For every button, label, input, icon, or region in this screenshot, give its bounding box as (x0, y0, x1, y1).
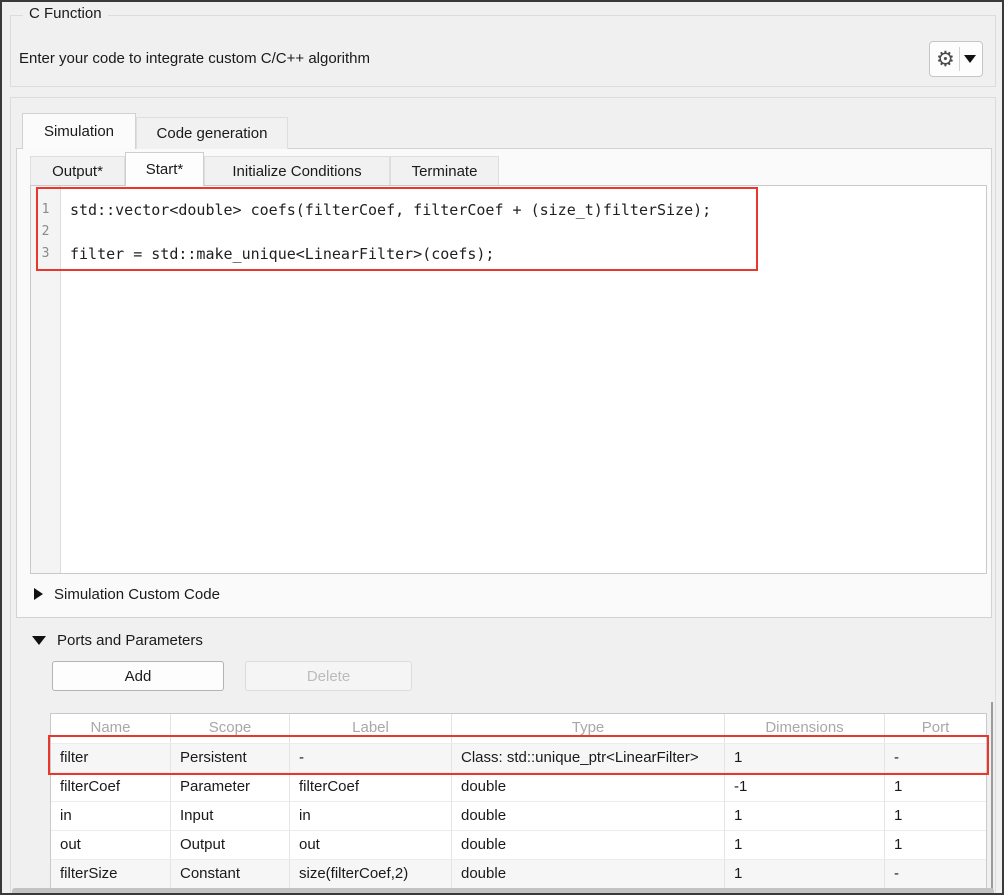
table-cell: Persistent (171, 744, 290, 772)
section-label: Simulation Custom Code (54, 586, 220, 603)
code-editor: 123 std::vector<double> coefs(filterCoef… (30, 185, 987, 574)
table-cell: double (452, 802, 725, 830)
table-cell: 1 (725, 744, 885, 772)
table-cell: - (290, 744, 452, 772)
horizontal-scrollbar[interactable] (12, 888, 994, 895)
code-line (70, 221, 986, 243)
table-cell: size(filterCoef,2) (290, 860, 452, 888)
table-cell: Constant (171, 860, 290, 888)
table-cell: filterCoef (51, 773, 171, 801)
table-cell: 1 (725, 831, 885, 859)
table-cell: in (51, 802, 171, 830)
line-number: 1 (31, 199, 60, 221)
line-number: 3 (31, 243, 60, 265)
table-header-cell: Name (51, 714, 171, 743)
add-button[interactable]: Add (52, 661, 224, 691)
section-label: Ports and Parameters (57, 632, 203, 649)
button-divider (959, 47, 960, 71)
tab-code-generation[interactable]: Code generation (136, 117, 288, 149)
triangle-right-icon (34, 588, 43, 600)
subtab-output-[interactable]: Output* (30, 156, 125, 185)
table-cell: double (452, 831, 725, 859)
table-header-cell: Label (290, 714, 452, 743)
code-line: filter = std::make_unique<LinearFilter>(… (70, 243, 986, 265)
settings-button[interactable]: ⚙ (929, 41, 983, 77)
table-row[interactable]: inInputindouble11 (51, 801, 986, 830)
table-cell: 1 (725, 860, 885, 888)
table-cell: in (290, 802, 452, 830)
code-text-area[interactable]: std::vector<double> coefs(filterCoef, fi… (61, 186, 986, 573)
table-cell: Input (171, 802, 290, 830)
ports-and-parameters-toggle[interactable]: Ports and Parameters (32, 629, 203, 651)
table-header-row: NameScopeLabelTypeDimensionsPort (51, 714, 986, 743)
code-line: std::vector<double> coefs(filterCoef, fi… (70, 199, 986, 221)
table-cell: filterSize (51, 860, 171, 888)
subtab-start-[interactable]: Start* (125, 152, 204, 186)
table-header-cell: Type (452, 714, 725, 743)
dialog-description: Enter your code to integrate custom C/C+… (19, 50, 370, 67)
line-number: 2 (31, 221, 60, 243)
simulation-custom-code-toggle[interactable]: Simulation Custom Code (34, 583, 220, 605)
line-number-gutter: 123 (31, 186, 61, 573)
table-row[interactable]: outOutputoutdouble11 (51, 830, 986, 859)
table-row[interactable]: filterPersistent-Class: std::unique_ptr<… (51, 743, 986, 772)
table-cell: 1 (885, 831, 986, 859)
triangle-down-icon (32, 636, 46, 645)
table-cell: out (51, 831, 171, 859)
group-title: C Function (23, 5, 108, 22)
table-row[interactable]: filterCoefParameterfilterCoefdouble-11 (51, 772, 986, 801)
table-header-cell: Dimensions (725, 714, 885, 743)
delete-button: Delete (245, 661, 412, 691)
table-cell: -1 (725, 773, 885, 801)
vertical-scrollbar[interactable] (991, 702, 993, 892)
table-header-cell: Scope (171, 714, 290, 743)
subtab-initialize-conditions[interactable]: Initialize Conditions (204, 156, 390, 185)
table-cell: double (452, 773, 725, 801)
table-cell: Class: std::unique_ptr<LinearFilter> (452, 744, 725, 772)
gear-icon: ⚙ (936, 49, 955, 70)
table-header-cell: Port (885, 714, 986, 743)
tab-simulation[interactable]: Simulation (22, 113, 136, 149)
caret-down-icon (964, 55, 976, 63)
table-cell: Parameter (171, 773, 290, 801)
table-row[interactable]: filterSizeConstantsize(filterCoef,2)doub… (51, 859, 986, 888)
table-cell: filterCoef (290, 773, 452, 801)
table-cell: double (452, 860, 725, 888)
table-cell: out (290, 831, 452, 859)
table-cell: 1 (725, 802, 885, 830)
subtab-terminate[interactable]: Terminate (390, 156, 499, 185)
header-group: C Function Enter your code to integrate … (10, 15, 996, 87)
table-cell: 1 (885, 773, 986, 801)
table-cell: filter (51, 744, 171, 772)
table-cell: - (885, 860, 986, 888)
table-cell: 1 (885, 802, 986, 830)
table-cell: Output (171, 831, 290, 859)
c-function-dialog: C Function Enter your code to integrate … (0, 0, 1004, 895)
ports-parameters-table: NameScopeLabelTypeDimensionsPortfilterPe… (50, 713, 987, 888)
table-cell: - (885, 744, 986, 772)
